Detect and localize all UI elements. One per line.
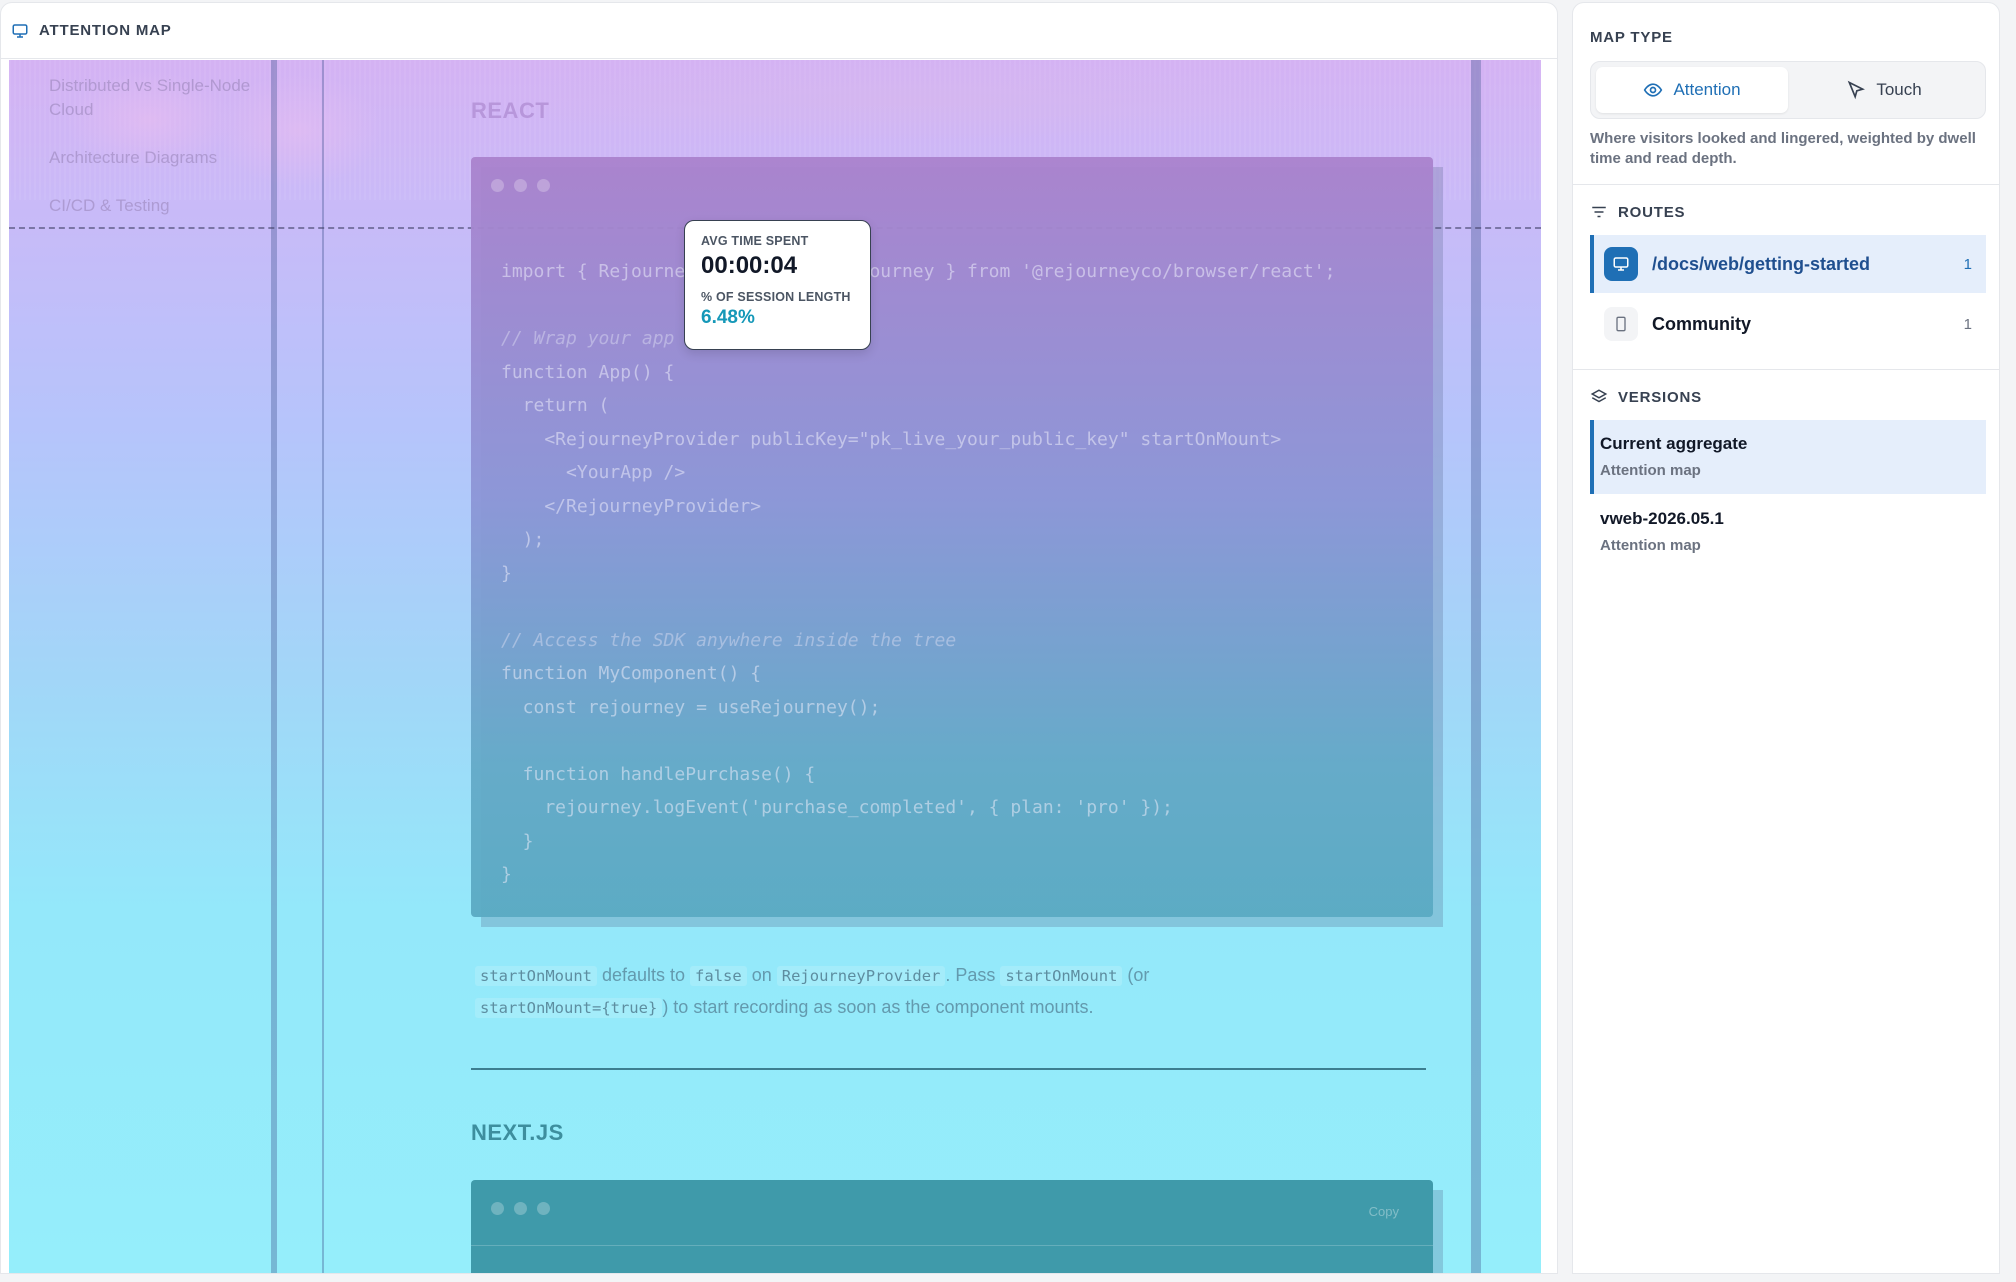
paragraph-text: ) to start recording as soon as the comp… [662, 997, 1094, 1017]
monitor-icon [1613, 257, 1629, 271]
phone-icon [1616, 316, 1626, 332]
heatmap-column-divider [322, 60, 324, 1273]
heatmap-column-divider [1471, 60, 1481, 1273]
route-item-community[interactable]: Community 1 [1590, 295, 1986, 353]
route-label: /docs/web/getting-started [1652, 253, 1871, 274]
inline-code: RejourneyProvider [776, 966, 946, 986]
code-line: function MyComponent() { [501, 663, 762, 684]
versions-header: VERSIONS [1590, 388, 1702, 406]
window-dots [491, 179, 550, 192]
window-dot [537, 1202, 550, 1215]
window-dot [514, 179, 527, 192]
map-type-toggle: Attention Touch [1590, 61, 1986, 119]
code-line: <RejourneyProvider publicKey="pk_live_yo… [501, 428, 1282, 450]
route-icon-box [1604, 247, 1638, 281]
code-line: // Access the SDK anywhere inside the tr… [501, 629, 957, 651]
code-line: return ( [501, 395, 610, 416]
routes-header: ROUTES [1590, 203, 1685, 221]
route-count: 1 [1963, 255, 1972, 273]
code-line: ); [501, 529, 545, 550]
route-item-getting-started[interactable]: /docs/web/getting-started 1 [1590, 235, 1986, 293]
window-dot [491, 179, 504, 192]
map-type-label: Touch [1876, 80, 1922, 99]
section-separator [1573, 369, 1999, 370]
startonmount-paragraph: startOnMount defaults to false on Rejour… [475, 960, 1275, 1024]
panel-header: ATTENTION MAP [1, 3, 1557, 59]
sidebar-nav-item[interactable]: Distributed vs Single-Node Cloud [49, 74, 279, 122]
section-divider [471, 1068, 1426, 1070]
inline-code: false [690, 966, 747, 986]
version-name: vweb-2026.05.1 [1600, 509, 1724, 528]
session-pct-label: % OF SESSION LENGTH [701, 290, 851, 304]
code-lines: import { RejourneyProvider, useRejourney… [501, 255, 1335, 892]
panel-title: ATTENTION MAP [39, 22, 172, 39]
code-header-divider [471, 1245, 1433, 1246]
paragraph-text: (or [1122, 965, 1150, 985]
attention-map-panel: ATTENTION MAP Distributed vs Single-Node… [0, 2, 1558, 1274]
code-line: const rejourney = useRejourney(); [501, 696, 881, 718]
window-dots [491, 1202, 550, 1215]
react-section-title: REACT [471, 98, 550, 123]
react-code-block: import { RejourneyProvider, useRejourney… [471, 157, 1433, 917]
code-line: <YourApp /> [501, 462, 686, 483]
version-item-current-aggregate[interactable]: Current aggregate Attention map [1590, 420, 1986, 494]
eye-icon [1644, 83, 1663, 97]
layers-icon [1590, 389, 1608, 403]
code-line: import { RejourneyProvider, useRejourney… [501, 261, 1336, 282]
window-dot [537, 179, 550, 192]
routes-title: ROUTES [1618, 203, 1686, 221]
avg-time-label: AVG TIME SPENT [701, 234, 809, 248]
inline-code: startOnMount [475, 966, 597, 986]
sidebar-nav-item[interactable]: Architecture Diagrams [49, 146, 279, 170]
map-type-title: MAP TYPE [1590, 29, 1673, 46]
sidebar-nav-item[interactable]: CI/CD & Testing [49, 194, 279, 218]
session-pct-value: 6.48% [701, 307, 755, 328]
avg-time-value: 00:00:04 [701, 252, 798, 279]
paragraph-text: on [746, 965, 777, 985]
code-line: } [501, 864, 512, 885]
filter-icon [1592, 206, 1606, 218]
page-sidebar-nav: Distributed vs Single-Node Cloud Archite… [49, 74, 279, 242]
nextjs-code-block: Copy [471, 1180, 1433, 1273]
attention-tooltip: AVG TIME SPENT 00:00:04 % OF SESSION LEN… [684, 220, 871, 350]
map-type-label: Attention [1673, 80, 1741, 99]
code-line: </RejourneyProvider> [501, 495, 762, 517]
section-separator [1573, 184, 1999, 185]
copy-button[interactable]: Copy [1369, 1204, 1399, 1219]
route-icon-box [1604, 307, 1638, 341]
window-dot [514, 1202, 527, 1215]
code-line: function App() { [501, 361, 675, 383]
code-line: rejourney.logEvent('purchase_completed',… [501, 797, 1173, 818]
monitor-icon [12, 23, 28, 38]
code-line: } [501, 562, 512, 584]
versions-title: VERSIONS [1618, 388, 1702, 406]
route-count: 1 [1963, 315, 1972, 333]
heatmap-column-divider [271, 60, 277, 1273]
code-line: // Wrap your app root [501, 328, 729, 349]
version-item-vweb-2026-05-1[interactable]: vweb-2026.05.1 Attention map [1590, 495, 1986, 569]
paragraph-text: . Pass [945, 965, 1001, 985]
heatmap-canvas[interactable]: Distributed vs Single-Node Cloud Archite… [9, 60, 1541, 1273]
map-type-attention[interactable]: Attention [1596, 67, 1788, 113]
paragraph-text: defaults to [596, 965, 691, 985]
code-line: } [501, 830, 534, 852]
window-dot [491, 1202, 504, 1215]
inline-code: startOnMount={true} [475, 998, 663, 1018]
version-subtitle: Attention map [1600, 537, 1701, 554]
inline-code: startOnMount [1000, 966, 1123, 986]
code-line: function handlePurchase() { [501, 763, 816, 785]
map-settings-panel: MAP TYPE Attention Touch Where visitors … [1572, 2, 2000, 1274]
version-subtitle: Attention map [1600, 462, 1701, 479]
version-name: Current aggregate [1600, 434, 1748, 453]
pointer-icon [1848, 80, 1866, 100]
route-label: Community [1652, 313, 1751, 334]
map-type-description: Where visitors looked and lingered, weig… [1590, 130, 1976, 167]
map-type-touch[interactable]: Touch [1788, 67, 1980, 113]
nextjs-section-title: NEXT.JS [471, 1120, 564, 1145]
